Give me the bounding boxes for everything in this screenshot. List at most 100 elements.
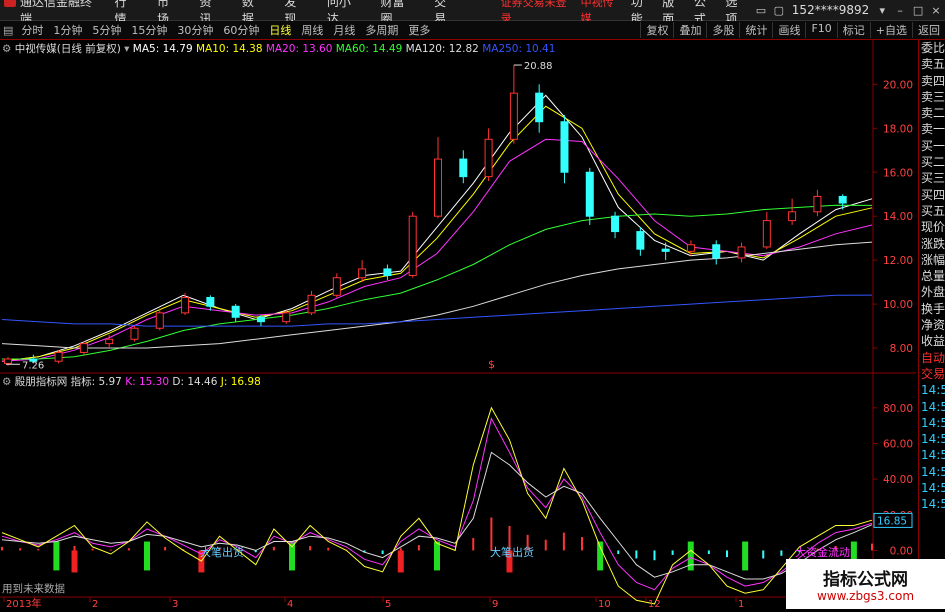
side-panel-item[interactable]: 涨幅 (919, 252, 945, 268)
candle-body (155, 312, 164, 329)
tool-add-watchlist[interactable]: +自选 (869, 22, 912, 38)
watermark-title: 指标公式网 (823, 570, 908, 590)
tab-monthly[interactable]: 月线 (328, 22, 360, 38)
side-panel-item[interactable]: 委比 (919, 40, 945, 56)
tab-weekly[interactable]: 周线 (296, 22, 328, 38)
chart-toggle-icon[interactable]: ▤ (0, 24, 16, 37)
chart-settings-icon[interactable]: ⚙ (2, 43, 11, 55)
candle-body (535, 92, 544, 123)
side-panel-item[interactable]: 买二 (919, 154, 945, 170)
high-price-label: 20.88 (524, 61, 553, 72)
indicator-value: 指标: 5.97 (70, 376, 122, 388)
dropdown-icon[interactable]: ▾ (873, 4, 891, 17)
side-panel-item[interactable]: 外盘 (919, 284, 945, 300)
side-panel-item[interactable]: 14:56 (919, 399, 945, 415)
side-panel-item[interactable]: 14:56 (919, 382, 945, 398)
side-panel-item[interactable]: 交易 (919, 366, 945, 382)
side-panel-item[interactable]: 现价 (919, 219, 945, 235)
candle-body (661, 248, 670, 252)
ma-line-ma250 (1, 294, 873, 327)
tool-multi-stock[interactable]: 多股 (706, 22, 739, 38)
sell-signal-bar (397, 550, 404, 573)
tool-f10[interactable]: F10 (805, 22, 836, 38)
tool-back[interactable]: 返回 (912, 22, 945, 38)
tab-5min[interactable]: 5分钟 (87, 22, 126, 38)
time-tick-label: 2013年 (6, 597, 41, 609)
candle-body (686, 244, 695, 252)
candle-body (130, 327, 139, 340)
tool-restore-rights[interactable]: 复权 (640, 22, 673, 38)
candle-body (332, 277, 341, 296)
watermark-url: www.zbgs3.com (816, 589, 915, 603)
side-panel-item[interactable]: 卖五 (919, 56, 945, 72)
side-panel-item[interactable]: 14:56 (919, 431, 945, 447)
indicator-tick-label: 0.00 (890, 545, 913, 557)
side-panel-item[interactable]: 卖三 (919, 89, 945, 105)
buy-signal-bar (144, 541, 150, 571)
candle-body (79, 343, 88, 353)
kline-chart-svg[interactable]: 20.887.26 $ 大笔出货 大笔出货 大资金流动 8.0010.0012.001… (0, 40, 916, 610)
tab-30min[interactable]: 30分钟 (172, 22, 218, 38)
side-panel-item[interactable]: 自动 (919, 350, 945, 366)
candle-body (509, 92, 518, 140)
chart-area[interactable]: 20.88 7.26 $ 大笔出货 大笔出货 大资金流动 8.00 10.00 12.00 1… (0, 40, 916, 610)
buy-signal-bar (53, 541, 60, 571)
current-value-label: 16.85 (877, 515, 907, 527)
ma120-label: MA120: 12.82 (405, 43, 479, 55)
side-panel-item[interactable]: 换手 (919, 301, 945, 317)
side-panel-item[interactable]: 14:56 (919, 496, 945, 512)
side-panel-item[interactable]: 收益 (919, 333, 945, 349)
side-panel-item[interactable]: 14:56 (919, 480, 945, 496)
tool-overlay[interactable]: 叠加 (673, 22, 706, 38)
tool-draw-line[interactable]: 画线 (772, 22, 805, 38)
side-panel-item[interactable]: 卖四 (919, 73, 945, 89)
tool-mark[interactable]: 标记 (836, 22, 870, 38)
k-value: K: 15.30 (125, 376, 170, 388)
side-panel-item[interactable]: 买四 (919, 187, 945, 203)
tool-statistics[interactable]: 统计 (739, 22, 772, 38)
tab-60min[interactable]: 60分钟 (218, 22, 264, 38)
candle-body (484, 138, 493, 178)
ma250-label: MA250: 10.41 (482, 43, 556, 55)
side-panel-item[interactable]: 14:56 (919, 447, 945, 463)
time-tick-label: 3 (172, 599, 178, 609)
watermark: 指标公式网 www.zbgs3.com (786, 559, 945, 609)
side-panel-item[interactable]: 买一 (919, 138, 945, 154)
side-panel-item[interactable]: 14:56 (919, 415, 945, 431)
candle-body (434, 158, 442, 217)
side-panel-item[interactable]: 买三 (919, 170, 945, 186)
main-chart-legend: ⚙ 中视传媒(日线 前复权) ▾ MA5: 14.79 MA10: 14.38 … (2, 41, 555, 56)
side-panel-item[interactable]: 14:56 (919, 464, 945, 480)
maximize-icon[interactable]: □ (909, 4, 927, 17)
d-value: D: 14.46 (172, 376, 218, 388)
price-tick-label: 12.00 (883, 255, 913, 267)
skin-icon[interactable]: ▢ (770, 4, 788, 17)
tab-timeshare[interactable]: 分时 (16, 22, 48, 38)
minimize-icon[interactable]: – (891, 4, 909, 17)
candle-body (408, 215, 417, 277)
tab-multi-period[interactable]: 多周期 (360, 22, 403, 38)
side-panel-item[interactable]: 总量 (919, 268, 945, 284)
time-tick-label: 5 (385, 599, 391, 609)
price-tick-label: 10.00 (883, 299, 913, 311)
side-panel-item[interactable]: 买五 (919, 203, 945, 219)
time-tick-label: 9 (492, 599, 498, 609)
quote-side-panel: 委比 卖五 卖四 卖三 卖二 卖一 买一 买二 买三 买四 买五 现价 涨跌 涨幅 总量 外盘 换手 净资 收益 自动… (918, 40, 945, 609)
user-account[interactable]: 152****9892 (788, 3, 873, 17)
ma-line-ma10 (1, 105, 873, 362)
candle-body (181, 296, 190, 314)
tab-15min[interactable]: 15分钟 (126, 22, 172, 38)
side-panel-item[interactable]: 净资 (919, 317, 945, 333)
side-panel-item[interactable]: 卖一 (919, 121, 945, 137)
side-panel-item[interactable]: 涨跌 (919, 236, 945, 252)
ma-dropdown-icon[interactable]: ▾ (124, 43, 129, 55)
tab-more[interactable]: 更多 (403, 22, 435, 38)
side-panel-item[interactable]: 卖二 (919, 105, 945, 121)
collapse-icon[interactable]: ▭ (752, 4, 770, 17)
j-value: J: 16.98 (220, 376, 261, 388)
close-icon[interactable]: × (927, 4, 945, 17)
tab-1min[interactable]: 1分钟 (48, 22, 87, 38)
tab-daily[interactable]: 日线 (264, 22, 296, 38)
indicator-settings-icon[interactable]: ⚙ (2, 376, 11, 388)
event-marker: $ (488, 358, 495, 371)
